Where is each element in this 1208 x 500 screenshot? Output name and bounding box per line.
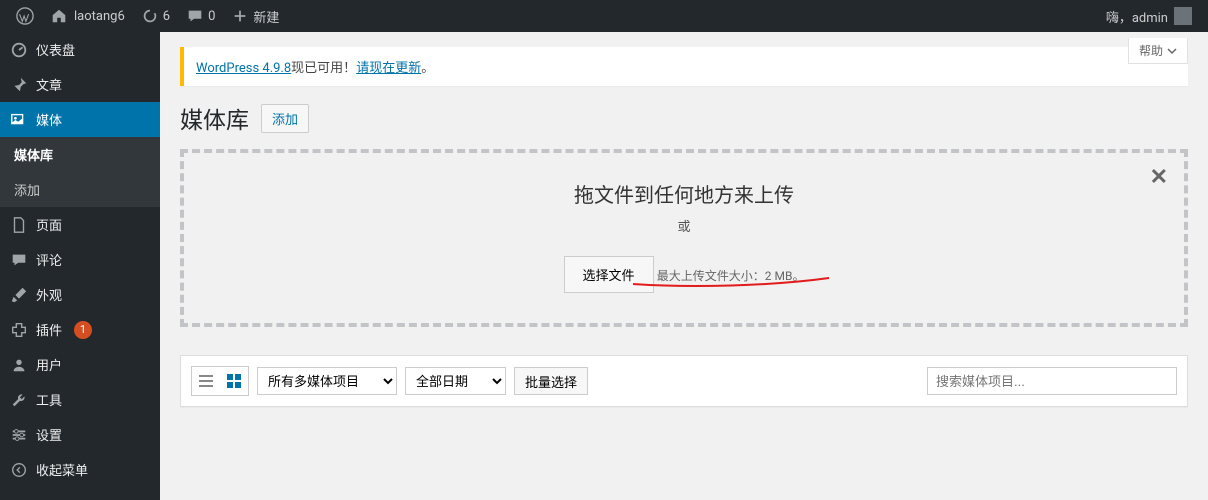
media-filter-bar: 所有多媒体项目 全部日期 批量选择 — [180, 355, 1188, 407]
update-notice: WordPress 4.9.8现已可用！请现在更新。 — [180, 47, 1188, 86]
home-icon — [50, 7, 68, 25]
collapse-icon — [10, 461, 28, 479]
greeting: 嗨，admin — [1106, 7, 1168, 26]
media-submenu: 媒体库 添加 — [0, 137, 160, 207]
help-tab[interactable]: 帮助 — [1128, 38, 1188, 64]
wp-version-link[interactable]: WordPress 4.9.8 — [196, 61, 291, 76]
updates-link[interactable]: 6 — [133, 0, 178, 32]
chevron-down-icon — [1167, 46, 1177, 56]
annotation-underline — [631, 276, 831, 290]
comments-link[interactable]: 0 — [178, 0, 223, 32]
grid-icon — [225, 372, 243, 390]
update-icon — [141, 7, 159, 25]
avatar — [1174, 7, 1192, 25]
pin-icon — [10, 76, 28, 94]
list-icon — [197, 372, 215, 390]
notice-text: 。 — [421, 61, 434, 76]
sidebar-item-settings[interactable]: 设置 — [0, 417, 160, 452]
search-media-input[interactable] — [927, 367, 1177, 395]
sidebar-item-tools[interactable]: 工具 — [0, 382, 160, 417]
wp-logo[interactable] — [8, 0, 42, 32]
max-upload-size: 最大上传文件大小：2 MB。 — [657, 267, 805, 284]
sidebar-item-label: 外观 — [36, 285, 62, 304]
update-now-link[interactable]: 请现在更新 — [356, 61, 421, 76]
tools-icon — [10, 391, 28, 409]
page-icon — [10, 216, 28, 234]
drop-instruction: 拖文件到任何地方来上传 — [204, 179, 1164, 208]
bulk-select-button[interactable]: 批量选择 — [514, 367, 588, 395]
view-grid-button[interactable] — [220, 367, 248, 395]
sidebar-item-label: 插件 — [36, 320, 62, 339]
sidebar-collapse[interactable]: 收起菜单 — [0, 452, 160, 487]
wordpress-icon — [16, 7, 34, 25]
sidebar-item-plugins[interactable]: 插件 1 — [0, 312, 160, 347]
upload-dropzone[interactable]: ✕ 拖文件到任何地方来上传 或 选择文件 最大上传文件大小：2 MB。 — [180, 149, 1188, 327]
site-name-link[interactable]: laotang6 — [42, 0, 133, 32]
plugin-icon — [10, 321, 28, 339]
help-label: 帮助 — [1139, 42, 1163, 59]
comment-icon — [186, 7, 204, 25]
admin-bar: laotang6 6 0 新建 嗨，admin — [0, 0, 1208, 32]
sidebar-item-label: 工具 — [36, 390, 62, 409]
sidebar-item-label: 仪表盘 — [36, 40, 75, 59]
sidebar-item-media[interactable]: 媒体 — [0, 102, 160, 137]
sidebar-item-appearance[interactable]: 外观 — [0, 277, 160, 312]
or-text: 或 — [204, 216, 1164, 235]
sidebar-item-dashboard[interactable]: 仪表盘 — [0, 32, 160, 67]
view-list-button[interactable] — [192, 367, 220, 395]
add-new-button[interactable]: 添加 — [261, 104, 309, 133]
media-icon — [10, 111, 28, 129]
content-area: 帮助 WordPress 4.9.8现已可用！请现在更新。 媒体库 添加 ✕ 拖… — [160, 32, 1208, 500]
dashboard-icon — [10, 41, 28, 59]
sidebar-item-users[interactable]: 用户 — [0, 347, 160, 382]
comments-icon — [10, 251, 28, 269]
sidebar-item-label: 文章 — [36, 75, 62, 94]
site-name: laotang6 — [74, 9, 125, 24]
account-link[interactable]: 嗨，admin — [1098, 0, 1200, 32]
plus-icon — [231, 7, 249, 25]
media-type-filter[interactable]: 所有多媒体项目 — [257, 367, 397, 395]
new-label: 新建 — [253, 7, 279, 26]
user-icon — [10, 356, 28, 374]
admin-sidebar: 仪表盘 文章 媒体 媒体库 添加 页面 评论 外观 插件 1 用户 工具 设置 — [0, 32, 160, 500]
updates-count: 6 — [163, 9, 170, 24]
sidebar-item-label: 用户 — [36, 355, 62, 374]
view-mode-toggle — [191, 366, 249, 396]
settings-icon — [10, 426, 28, 444]
submenu-item-add[interactable]: 添加 — [0, 172, 160, 207]
close-uploader-button[interactable]: ✕ — [1150, 165, 1168, 190]
new-content-link[interactable]: 新建 — [223, 0, 287, 32]
sidebar-item-label: 页面 — [36, 215, 62, 234]
sidebar-item-comments[interactable]: 评论 — [0, 242, 160, 277]
sidebar-item-posts[interactable]: 文章 — [0, 67, 160, 102]
date-filter[interactable]: 全部日期 — [405, 367, 506, 395]
sidebar-item-label: 收起菜单 — [36, 460, 88, 479]
page-title: 媒体库 — [180, 101, 249, 135]
submenu-item-library[interactable]: 媒体库 — [0, 137, 160, 172]
sidebar-item-label: 评论 — [36, 250, 62, 269]
brush-icon — [10, 286, 28, 304]
sidebar-item-pages[interactable]: 页面 — [0, 207, 160, 242]
notice-text: 现已可用！ — [291, 61, 356, 76]
plugins-update-badge: 1 — [74, 321, 92, 339]
sidebar-item-label: 媒体 — [36, 110, 62, 129]
page-heading: 媒体库 添加 — [180, 101, 1188, 135]
comments-count: 0 — [208, 9, 215, 24]
sidebar-item-label: 设置 — [36, 425, 62, 444]
